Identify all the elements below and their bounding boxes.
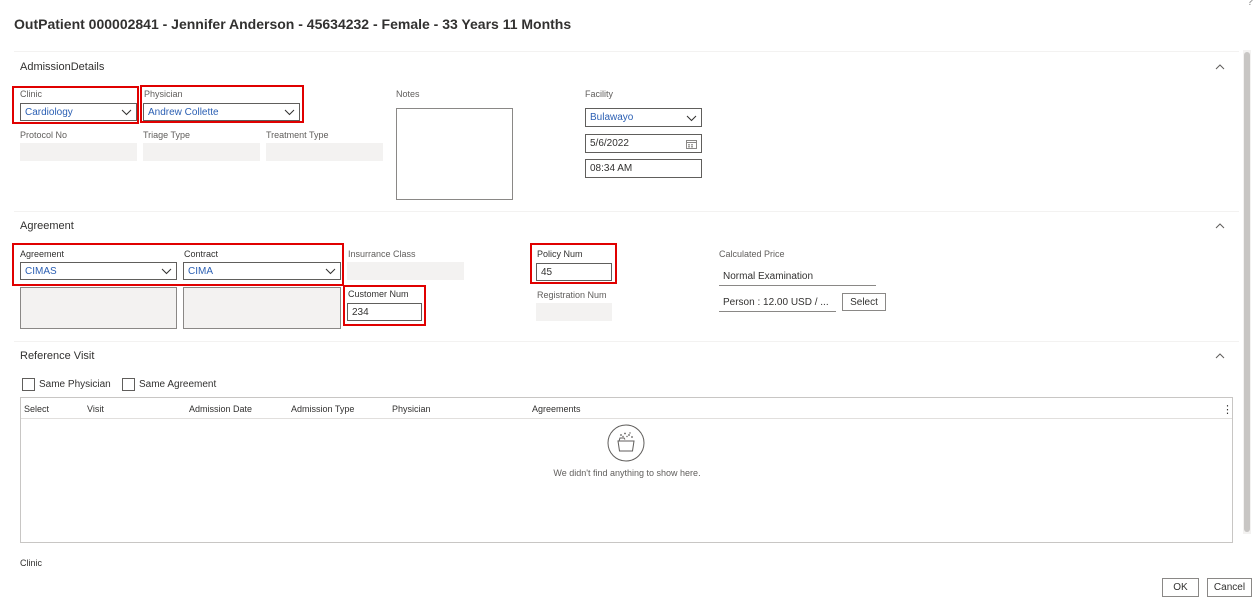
chevron-down-icon [325, 268, 336, 275]
agreement-dropdown[interactable]: CIMAS [20, 262, 177, 280]
agreement-details-box [20, 287, 177, 329]
empty-state-message: We didn't find anything to show here. [553, 468, 701, 478]
calendar-icon[interactable] [686, 139, 697, 149]
date-field[interactable]: 5/6/2022 [585, 134, 702, 153]
scrollbar-thumb[interactable] [1244, 52, 1250, 532]
customer-num-input[interactable]: 234 [347, 303, 422, 321]
clinic-label: Clinic [20, 89, 43, 99]
agreement-label: Agreement [20, 249, 65, 259]
grid-header-divider [21, 418, 1232, 419]
policy-num-label: Policy Num [537, 249, 583, 259]
treatment-field [266, 143, 383, 161]
insurance-class-label: Insurrance Class [348, 249, 416, 259]
column-header-select[interactable]: Select [24, 404, 49, 414]
time-value: 08:34 AM [590, 163, 633, 174]
policy-num-value: 45 [541, 266, 553, 278]
calculated-price-detail: Person : 12.00 USD / ... [719, 293, 836, 312]
notes-label: Notes [396, 89, 420, 99]
cancel-button[interactable]: Cancel [1207, 578, 1252, 597]
column-header-admission-type[interactable]: Admission Type [291, 404, 354, 414]
empty-folder-icon [607, 424, 645, 462]
same-physician-label: Same Physician [39, 379, 111, 390]
agreement-section-title: Agreement [20, 220, 74, 232]
calculated-price-label: Calculated Price [719, 249, 785, 259]
footer-clinic-label: Clinic [20, 558, 43, 568]
page-title: OutPatient 000002841 - Jennifer Anderson… [14, 16, 572, 32]
contract-label: Contract [184, 249, 219, 259]
calculated-price-name-text: Normal Examination [723, 270, 814, 282]
customer-num-label: Customer Num [348, 289, 409, 299]
checkbox-square[interactable] [22, 378, 35, 391]
chevron-down-icon [121, 109, 132, 116]
ok-button[interactable]: OK [1162, 578, 1199, 597]
calculated-price-detail-text: Person : 12.00 USD / ... [723, 296, 829, 308]
physician-dropdown[interactable]: Andrew Collette [143, 103, 300, 121]
protocol-label: Protocol No [20, 130, 68, 140]
notes-textarea[interactable] [396, 108, 513, 200]
facility-value: Bulawayo [590, 112, 634, 123]
contract-value: CIMA [188, 265, 213, 277]
triage-label: Triage Type [143, 130, 191, 140]
registration-num-label: Registration Num [537, 290, 607, 300]
section-divider [14, 211, 1239, 212]
facility-label: Facility [585, 89, 614, 99]
date-value: 5/6/2022 [590, 138, 629, 149]
column-header-physician[interactable]: Physician [392, 404, 431, 414]
registration-num-field [536, 303, 612, 321]
chevron-down-icon [686, 115, 697, 121]
same-physician-checkbox[interactable]: Same Physician [22, 378, 111, 391]
treatment-label: Treatment Type [266, 130, 329, 140]
insurance-class-field [347, 262, 464, 280]
clinic-value: Cardiology [25, 106, 73, 118]
contract-dropdown[interactable]: CIMA [183, 262, 341, 280]
time-field[interactable]: 08:34 AM [585, 159, 702, 178]
facility-dropdown[interactable]: Bulawayo [585, 108, 702, 127]
reference-visit-section-title: Reference Visit [20, 350, 95, 362]
column-header-visit[interactable]: Visit [87, 404, 104, 414]
clinic-dropdown[interactable]: Cardiology [20, 103, 137, 121]
checkbox-square[interactable] [122, 378, 135, 391]
chevron-down-icon [161, 268, 172, 275]
chevron-up-icon[interactable] [1214, 61, 1226, 73]
customer-num-value: 234 [352, 306, 369, 318]
protocol-field [20, 143, 137, 161]
column-header-admission-date[interactable]: Admission Date [189, 404, 252, 414]
triage-field [143, 143, 260, 161]
same-agreement-checkbox[interactable]: Same Agreement [122, 378, 216, 391]
column-header-agreements[interactable]: Agreements [532, 404, 581, 414]
chevron-down-icon [284, 109, 295, 116]
section-divider [14, 341, 1239, 342]
policy-num-input[interactable]: 45 [536, 263, 612, 281]
same-agreement-label: Same Agreement [139, 379, 217, 390]
calculated-price-name: Normal Examination [719, 267, 876, 286]
select-price-button[interactable]: Select [842, 293, 886, 311]
help-icon[interactable]: ? [1247, 0, 1253, 8]
chevron-up-icon[interactable] [1214, 350, 1226, 362]
physician-value: Andrew Collette [148, 106, 219, 118]
physician-label: Physician [144, 89, 183, 99]
contract-details-box [183, 287, 341, 329]
section-divider [14, 51, 1239, 52]
chevron-up-icon[interactable] [1214, 220, 1226, 232]
agreement-value: CIMAS [25, 265, 57, 277]
more-options-icon[interactable]: ⋮ [1222, 403, 1233, 416]
admission-section-title: AdmissionDetails [20, 61, 105, 73]
